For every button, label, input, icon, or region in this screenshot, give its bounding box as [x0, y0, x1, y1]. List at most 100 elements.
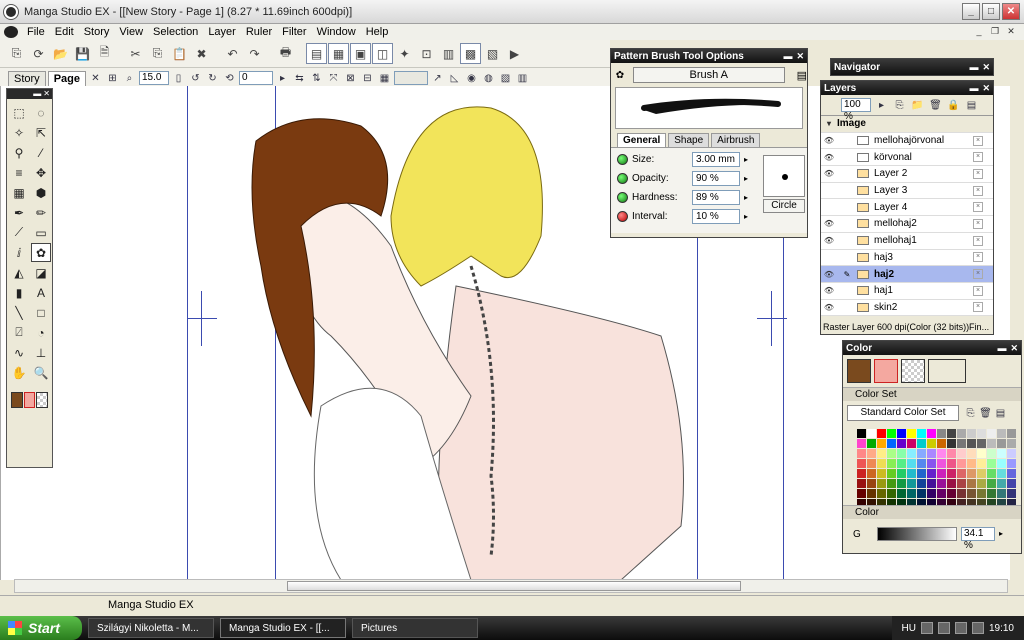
horizontal-scrollbar[interactable]	[14, 579, 1008, 593]
fit-icon[interactable]: ⊞	[105, 71, 120, 86]
color-cell[interactable]	[997, 439, 1006, 448]
color-menu-icon[interactable]: ▤	[993, 406, 1008, 421]
edit-pen-icon[interactable]: ✎	[837, 270, 857, 279]
layers-menu-icon[interactable]: ▤	[964, 98, 979, 113]
tab-general[interactable]: General	[617, 133, 667, 147]
color-cell[interactable]	[897, 469, 906, 478]
visibility-eye-icon[interactable]: 👁	[821, 236, 837, 245]
tone-snap-icon[interactable]: ◍	[481, 71, 496, 86]
pen-icon[interactable]: ✒	[9, 203, 29, 222]
rectangle-icon[interactable]: □	[31, 303, 51, 322]
color-cell[interactable]	[947, 469, 956, 478]
color-cell[interactable]	[927, 489, 936, 498]
blur-icon[interactable]: ∿	[9, 343, 29, 362]
snap-icon[interactable]: ⊠	[343, 71, 358, 86]
hardness-input[interactable]: 89 %	[692, 190, 740, 205]
palette-minimize-icon[interactable]: ▬	[969, 62, 978, 73]
menu-layer[interactable]: Layer	[203, 26, 241, 38]
color-cell[interactable]	[887, 459, 896, 468]
color-cell[interactable]	[1007, 489, 1016, 498]
color-cell[interactable]	[917, 469, 926, 478]
network-icon[interactable]	[937, 622, 950, 634]
color-cell[interactable]	[927, 469, 936, 478]
color-cell[interactable]	[947, 459, 956, 468]
color-cell[interactable]	[997, 449, 1006, 458]
undo-icon[interactable]: ↶	[222, 43, 243, 64]
color-cell[interactable]	[977, 489, 986, 498]
color-set-header[interactable]: Color Set	[843, 387, 1021, 401]
security-icon[interactable]	[971, 622, 984, 634]
color-cell[interactable]	[917, 429, 926, 438]
color-cell[interactable]	[907, 469, 916, 478]
menu-filter[interactable]: Filter	[277, 26, 311, 38]
sub-color-swatch[interactable]	[874, 359, 898, 383]
color-cell[interactable]	[907, 489, 916, 498]
transparency-icon[interactable]: ▧	[498, 71, 513, 86]
color-cell[interactable]	[967, 449, 976, 458]
menu-file[interactable]: File	[22, 26, 50, 38]
menu-help[interactable]: Help	[361, 26, 394, 38]
redo-icon[interactable]: ↷	[244, 43, 265, 64]
color-cell[interactable]	[927, 459, 936, 468]
polyfill-icon[interactable]: ◪	[31, 263, 51, 282]
new-layer-icon[interactable]: ⎘	[892, 98, 907, 113]
color-cell[interactable]	[937, 449, 946, 458]
magic-wand-icon[interactable]: ✧	[9, 123, 29, 142]
language-indicator[interactable]: HU	[902, 623, 916, 634]
interval-input[interactable]: 10 %	[692, 209, 740, 224]
transform-icon[interactable]: ⤧	[326, 71, 341, 86]
tab-shape[interactable]: Shape	[668, 133, 710, 147]
color-cell[interactable]	[907, 449, 916, 458]
color-cell[interactable]	[937, 489, 946, 498]
lasso-icon[interactable]: ◌	[31, 103, 51, 122]
color-cell[interactable]	[877, 469, 886, 478]
color-cell[interactable]	[957, 439, 966, 448]
color-cell[interactable]	[957, 489, 966, 498]
size-input[interactable]: 3.00 mm	[692, 152, 740, 167]
color-cell[interactable]	[1007, 449, 1016, 458]
color-cell[interactable]	[947, 439, 956, 448]
layer-icon[interactable]: ▥	[438, 43, 459, 64]
circle-button[interactable]: Circle	[763, 199, 805, 213]
tab-story[interactable]: Story	[8, 70, 46, 86]
layer-row[interactable]: 👁 ✎ haj2 ×	[821, 266, 993, 283]
layer-mask-icon[interactable]: ×	[973, 152, 983, 163]
start-button[interactable]: Start	[0, 616, 82, 640]
zoom-input[interactable]: 15.0	[138, 71, 169, 85]
arrow-right-icon[interactable]: ▸	[740, 155, 752, 164]
transparent-swatch[interactable]	[901, 359, 925, 383]
layer-mask-icon[interactable]: ×	[973, 202, 983, 213]
fill-icon[interactable]: ◉	[464, 71, 479, 86]
save-all-icon[interactable]: 🗎	[94, 43, 115, 64]
zoom-icon[interactable]: ⌕	[122, 71, 137, 86]
color-cell[interactable]	[857, 449, 866, 458]
color-cell[interactable]	[917, 459, 926, 468]
color-cell[interactable]	[927, 449, 936, 458]
color-cell[interactable]	[957, 479, 966, 488]
color-cell[interactable]	[857, 479, 866, 488]
color-cell[interactable]	[987, 479, 996, 488]
tab-airbrush[interactable]: Airbrush	[711, 133, 761, 147]
view-toggle-2-icon[interactable]: ▦	[328, 43, 349, 64]
grid-icon[interactable]: ▩	[460, 43, 481, 64]
doc-restore-button[interactable]: ❐	[988, 26, 1002, 38]
color-cell[interactable]	[857, 439, 866, 448]
layer-row[interactable]: 👁 skin2 ×	[821, 299, 993, 317]
color-cell[interactable]	[857, 489, 866, 498]
tray-icon[interactable]	[920, 622, 933, 634]
color-cell[interactable]	[907, 459, 916, 468]
color-cell[interactable]	[887, 489, 896, 498]
color-cell[interactable]	[887, 469, 896, 478]
layer-mask-icon[interactable]: ×	[973, 185, 983, 196]
delete-layer-icon[interactable]: 🗑	[928, 98, 943, 113]
layer-opacity-input[interactable]: 100 %	[841, 98, 871, 122]
lock-icon[interactable]: 🔒	[946, 98, 961, 113]
color-cell[interactable]	[897, 439, 906, 448]
stamp-icon[interactable]: ⊥	[31, 343, 51, 362]
document-icon[interactable]	[4, 26, 18, 38]
arrow-right-icon[interactable]: ▸	[740, 193, 752, 202]
eyedropper-icon[interactable]: ⁄	[31, 143, 51, 162]
layer-move-icon[interactable]: ≡	[9, 163, 29, 182]
open-icon[interactable]: 📂	[50, 43, 71, 64]
color-cell[interactable]	[877, 449, 886, 458]
